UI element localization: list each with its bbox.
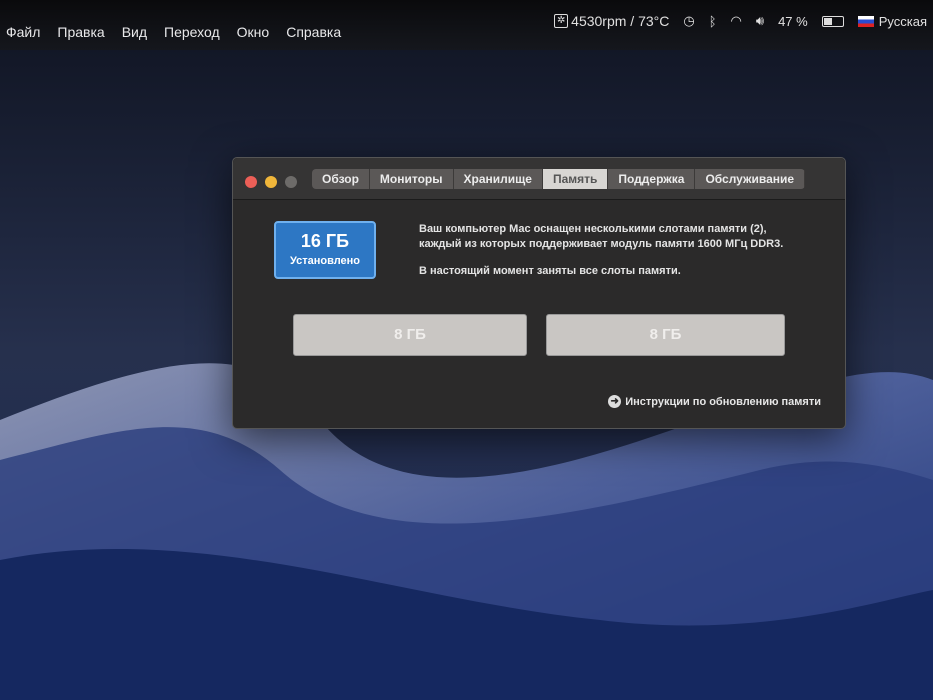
memory-installed-label: Установлено (289, 255, 361, 267)
memory-slot-1: 8 ГБ (293, 314, 527, 356)
tab-overview[interactable]: Обзор (312, 169, 370, 189)
menu-edit[interactable]: Правка (57, 24, 104, 40)
memory-total-badge: 16 ГБ Установлено (274, 221, 376, 279)
arrow-right-circle-icon: ➜ (608, 395, 622, 408)
tab-support[interactable]: Поддержка (608, 169, 696, 189)
memory-upgrade-link[interactable]: ➜ Инструкции по обновлению памяти (608, 395, 821, 408)
title-bar: Обзор Мониторы Хранилище Память Поддержк… (233, 158, 845, 200)
tab-bar: Обзор Мониторы Хранилище Память Поддержк… (312, 169, 806, 189)
memory-slot-2: 8 ГБ (546, 314, 785, 356)
menu-bar: Файл Правка Вид Переход Окно Справка ✲ 45… (0, 0, 933, 50)
volume-icon[interactable]: 🔊︎ (756, 13, 764, 29)
menu-view[interactable]: Вид (122, 24, 147, 40)
menu-help[interactable]: Справка (286, 24, 341, 40)
desc-line: Ваш компьютер Mac оснащен несколькими сл… (419, 223, 767, 235)
close-button[interactable] (245, 176, 257, 188)
fan-icon: ✲ (554, 14, 569, 28)
tab-memory[interactable]: Память (542, 169, 609, 189)
tab-storage[interactable]: Хранилище (454, 169, 543, 189)
zoom-button[interactable] (285, 176, 297, 188)
tab-service[interactable]: Обслуживание (695, 169, 806, 189)
menu-file[interactable]: Файл (6, 24, 40, 40)
wifi-icon[interactable]: ◠ (731, 13, 742, 29)
desc-line: каждый из которых поддерживает модуль па… (419, 238, 784, 250)
input-source-menu[interactable]: Русская (857, 14, 927, 29)
russian-flag-icon (857, 15, 874, 27)
minimize-button[interactable] (265, 176, 277, 188)
menu-window[interactable]: Окно (237, 24, 270, 40)
fan-status[interactable]: ✲ 4530rpm / 73°C (554, 13, 669, 29)
battery-percent[interactable]: 47 % (778, 14, 808, 29)
menu-go[interactable]: Переход (164, 24, 220, 40)
memory-total: 16 ГБ (300, 231, 350, 251)
tab-displays[interactable]: Мониторы (370, 169, 454, 189)
time-machine-icon[interactable]: ◷ (683, 13, 694, 29)
slots-status: В настоящий момент заняты все слоты памя… (419, 265, 681, 277)
battery-icon[interactable] (821, 15, 844, 27)
about-this-mac-window: Обзор Мониторы Хранилище Память Поддержк… (232, 157, 846, 429)
memory-description: Ваш компьютер Mac оснащен несколькими сл… (419, 222, 783, 279)
bluetooth-icon[interactable]: ᛒ (709, 14, 717, 29)
